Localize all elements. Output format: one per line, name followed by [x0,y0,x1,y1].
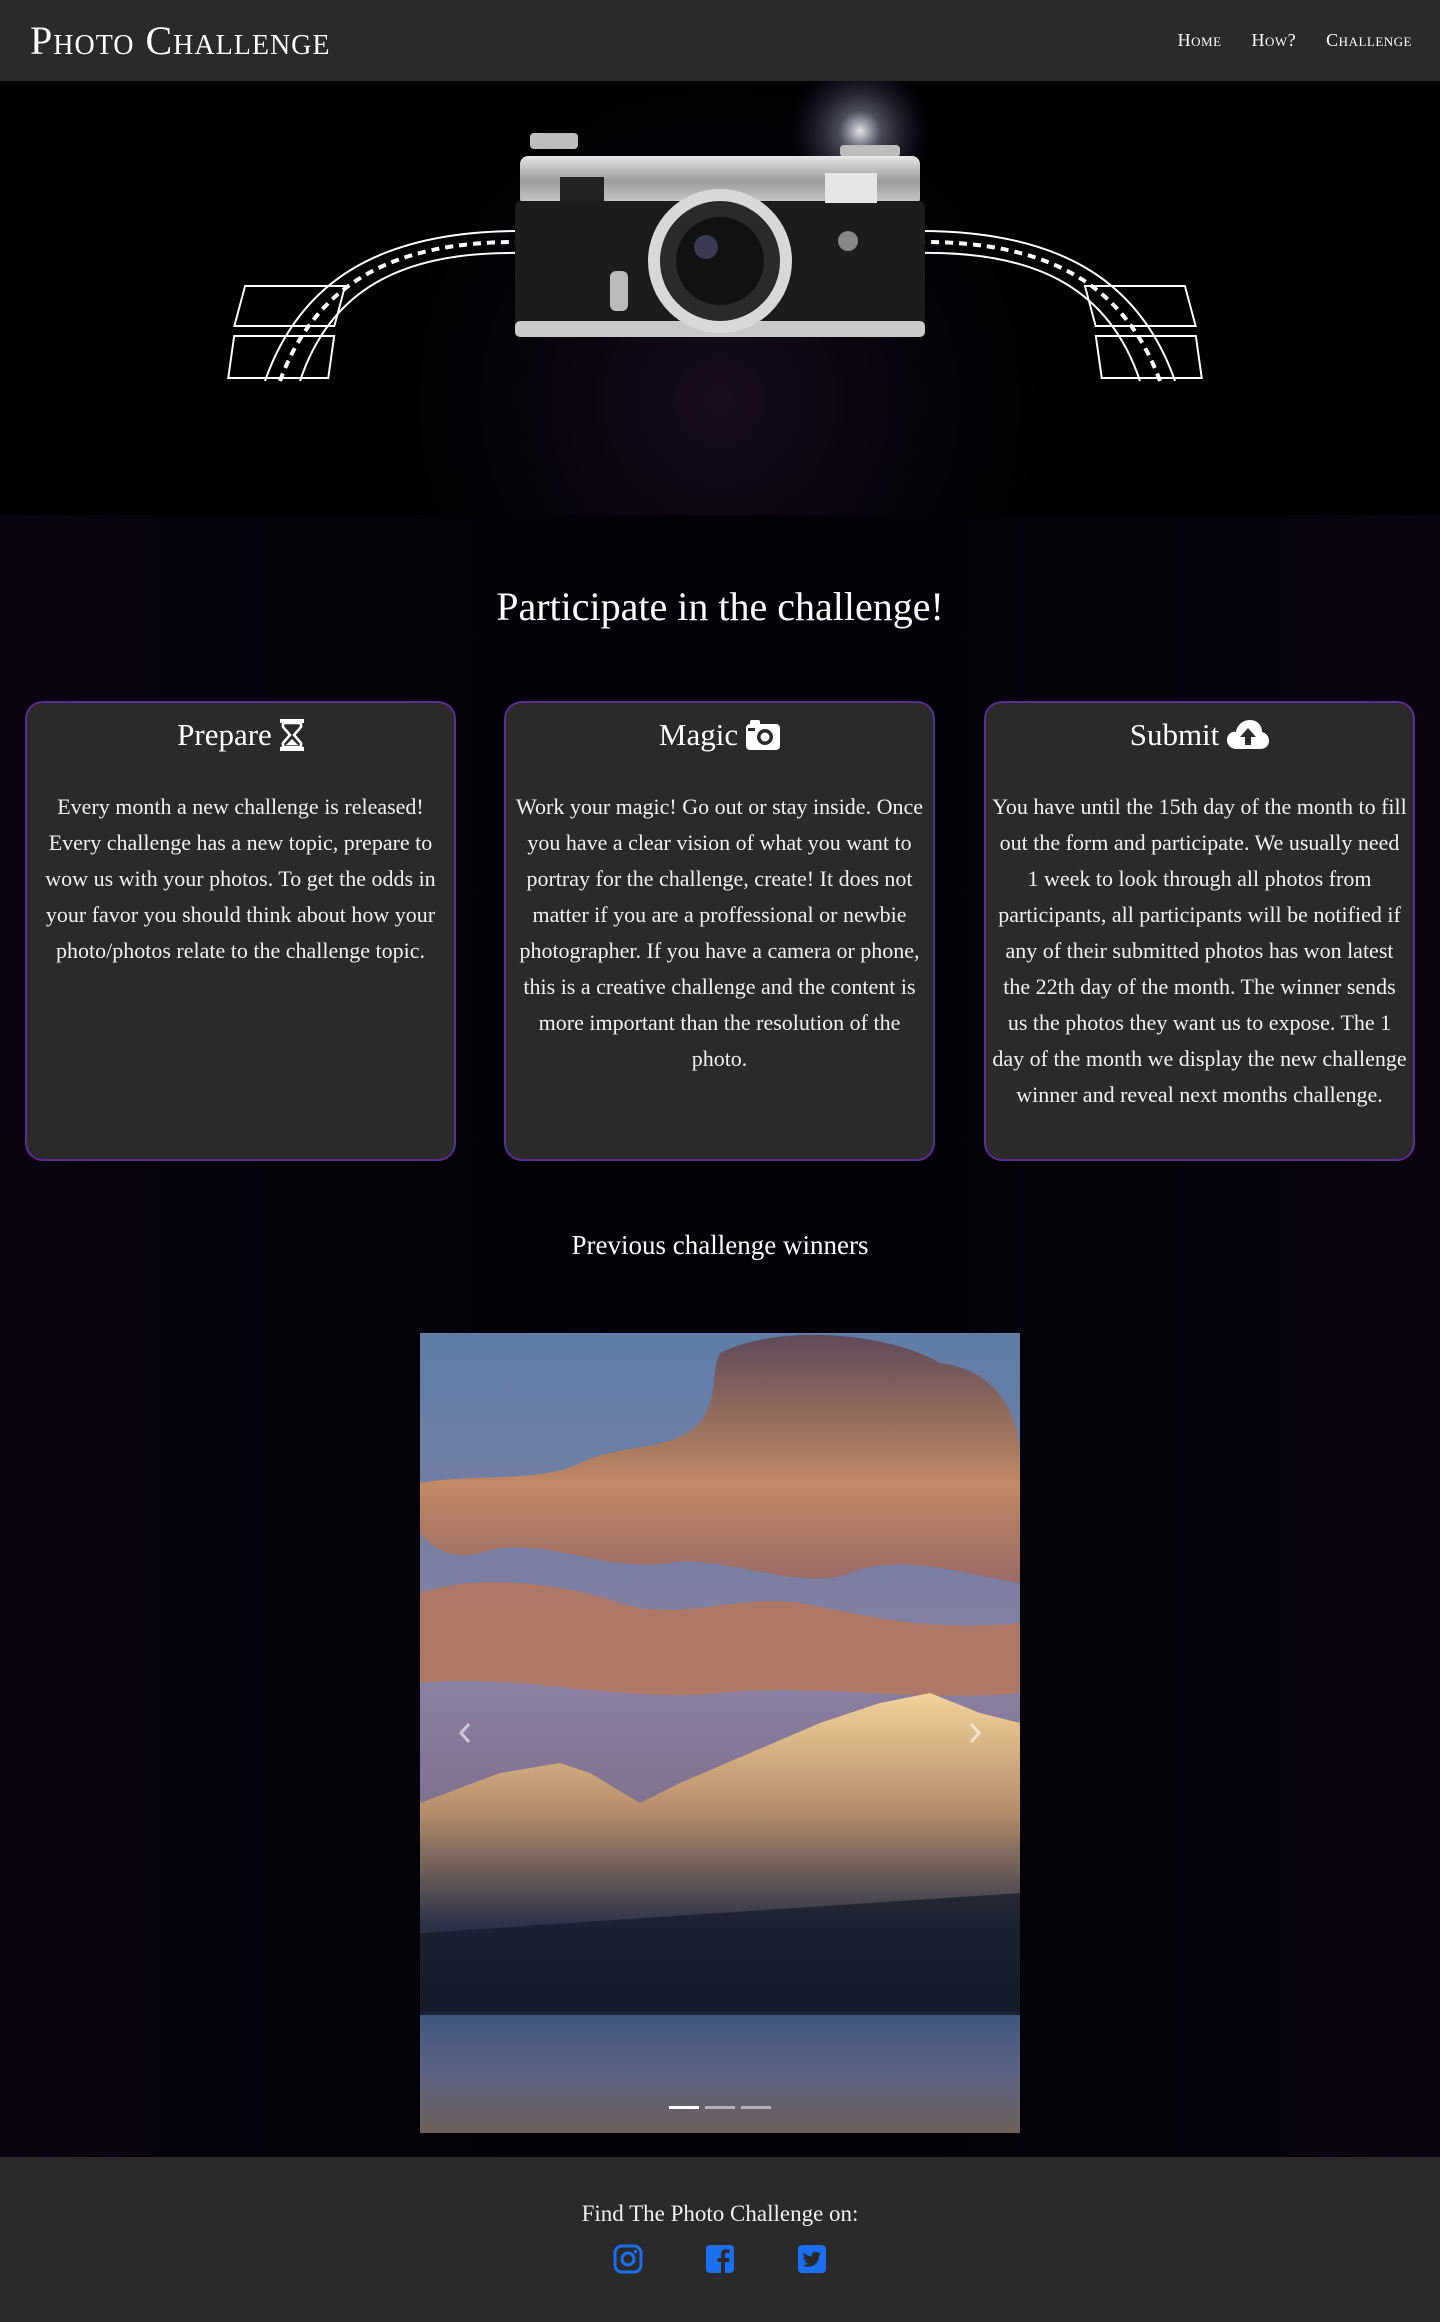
card-title: Submit [1129,717,1220,752]
carousel-indicator[interactable] [669,2106,699,2109]
hero-banner [0,81,1440,515]
winners-carousel[interactable] [420,1333,1020,2133]
card-header: Magic [512,713,927,757]
brand-logo[interactable]: Photo Challenge [30,17,330,64]
carousel-prev-button[interactable] [445,1703,485,1763]
twitter-icon [798,2245,826,2273]
camera-illustration [227,81,1203,382]
instagram-link[interactable] [612,2243,644,2275]
card-magic: Magic Work your magic! Go out or stay in… [504,701,935,1161]
navbar: Photo Challenge Home How? Challenge [0,0,1440,81]
carousel-next-button[interactable] [955,1703,995,1763]
participate-heading: Participate in the challenge! [496,584,944,629]
card-prepare: Prepare Every month a new challenge is r… [25,701,456,1161]
cloud-upload-icon [1227,720,1270,749]
nav-links: Home How? Challenge [1178,30,1412,51]
carousel-indicator[interactable] [741,2106,771,2109]
card-header: Submit [992,713,1407,757]
hourglass-icon [279,719,304,751]
facebook-link[interactable] [704,2243,736,2275]
camera-icon [746,720,781,750]
social-links [0,2243,1440,2275]
nav-link-how[interactable]: How? [1252,30,1297,51]
facebook-icon [706,2245,734,2273]
card-title: Prepare [177,717,272,752]
chevron-right-icon [969,1723,982,1743]
card-title: Magic [658,717,739,752]
nav-link-challenge[interactable]: Challenge [1326,30,1412,51]
twitter-link[interactable] [796,2243,828,2275]
nav-link-home[interactable]: Home [1178,30,1222,51]
carousel-indicator[interactable] [705,2106,735,2109]
winners-heading: Previous challenge winners [571,1230,869,1260]
card-header: Prepare [33,713,448,757]
footer-text: Find The Photo Challenge on: [581,2201,859,2226]
footer: Find The Photo Challenge on: [0,2157,1440,2322]
chevron-left-icon [458,1723,471,1743]
carousel-indicators [420,2106,1020,2109]
card-text: You have until the 15th day of the month… [992,794,1407,1107]
winner-photo [420,1333,1020,2133]
card-text: Work your magic! Go out or stay inside. … [516,794,923,1071]
instagram-icon [613,2244,643,2274]
card-submit: Submit You have until the 15th day of th… [984,701,1415,1161]
card-text: Every month a new challenge is released!… [45,794,436,963]
